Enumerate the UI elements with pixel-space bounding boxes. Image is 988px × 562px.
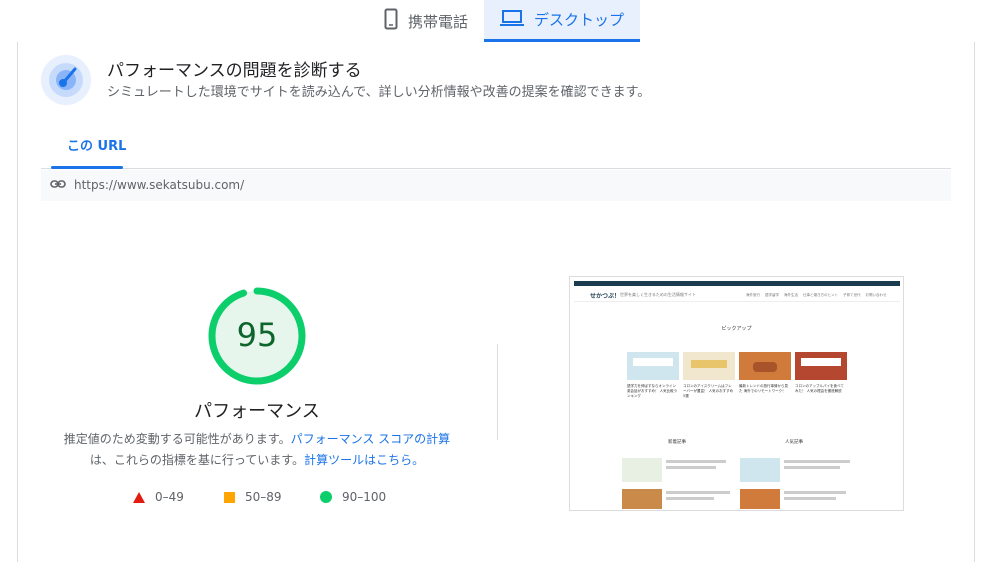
screenshot-nav-item: 海外生活	[784, 293, 798, 297]
screenshot-list-thumb	[622, 458, 662, 482]
screenshot-nav-item: 仕事と働き方のヒント	[803, 293, 838, 297]
screenshot-nav: 海外旅行 語学留学 海外生活 仕事と働き方のヒント 子育て世代 お問い合わせ	[746, 293, 887, 298]
desc-text-1: 推定値のため変動する可能性があります。	[63, 432, 291, 446]
screenshot-list-text	[666, 460, 726, 463]
screenshot-topbar	[574, 281, 900, 286]
desc-text-2: は、これらの指標を基に行っています。	[89, 453, 305, 467]
diagnose-title: パフォーマンスの問題を診断する	[107, 61, 362, 81]
url-text: https://www.sekatsubu.com/	[74, 178, 245, 192]
legend-average-label: 50–89	[245, 490, 282, 504]
radar-icon	[41, 55, 91, 105]
vertical-divider	[497, 344, 498, 440]
tab-divider	[41, 168, 951, 169]
laptop-icon	[500, 9, 525, 31]
performance-label: パフォーマンス	[194, 401, 320, 422]
screenshot-nav-item: お問い合わせ	[865, 293, 887, 297]
tab-indicator	[51, 166, 123, 169]
tab-desktop-label: デスクトップ	[534, 11, 625, 29]
calculator-link[interactable]: 計算ツールはこちら。	[304, 453, 424, 467]
fail-triangle-icon	[133, 491, 145, 503]
legend-pass-label: 90–100	[342, 490, 387, 504]
tab-this-url[interactable]: この URL	[67, 135, 126, 154]
screenshot-card-thumb	[683, 352, 735, 380]
screenshot-card-title: 語学力を伸ばすならオンライン英会話がおすすめ！ 人気比較ランキング	[627, 384, 678, 398]
phone-icon	[384, 8, 398, 34]
screenshot-logo: せかつぶ！	[590, 293, 621, 300]
screenshot-popular-title: 人気記事	[785, 440, 803, 445]
legend-fail: 0–49	[133, 490, 184, 504]
screenshot-list-text	[666, 491, 730, 494]
screenshot-list-thumb	[740, 458, 780, 482]
legend-average: 50–89	[224, 490, 282, 504]
tab-desktop[interactable]: デスクトップ	[484, 0, 641, 42]
screenshot-list-text	[784, 466, 840, 469]
link-icon	[50, 176, 66, 196]
screenshot-card-thumb	[627, 352, 679, 380]
screenshot-header-line	[574, 301, 900, 302]
tab-mobile-label: 携帯電話	[408, 12, 469, 31]
score-description: 推定値のため変動する可能性があります。パフォーマンス スコアの計算 は、これらの…	[55, 429, 459, 471]
screenshot-list-text	[666, 497, 714, 500]
pass-circle-icon	[320, 491, 332, 503]
score-calc-link[interactable]: パフォーマンス スコアの計算	[291, 432, 451, 446]
screenshot-list-text	[784, 491, 846, 494]
screenshot-list-text	[784, 497, 836, 500]
screenshot-list-thumb	[622, 489, 662, 509]
screenshot-card-thumb	[739, 352, 791, 380]
screenshot-list-text	[666, 466, 716, 469]
average-square-icon	[224, 491, 235, 503]
screenshot-card-thumb	[795, 352, 847, 380]
diagnose-subtitle: シミュレートした環境でサイトを読み込んで、詳しい分析情報や改善の提案を確認できま…	[107, 85, 651, 100]
screenshot-tagline: 世界を楽しく生きるための生活情報サイト	[620, 292, 696, 297]
screenshot-nav-item: 子育て世代	[843, 293, 861, 297]
performance-score: 95	[236, 316, 278, 354]
page-screenshot: せかつぶ！ 世界を楽しく生きるための生活情報サイト 海外旅行 語学留学 海外生活…	[569, 276, 904, 511]
legend-fail-label: 0–49	[155, 490, 184, 504]
screenshot-nav-item: 海外旅行	[746, 293, 760, 297]
screenshot-list-text	[784, 460, 850, 463]
tab-mobile[interactable]: 携帯電話	[368, 0, 484, 42]
screenshot-card-title: 最新トレンドの旅行事情から見た 海外でのリモートワーク！	[739, 384, 788, 393]
screenshot-section-title: ピックアップ	[721, 326, 752, 332]
screenshot-card-title: コロンのアイスクリームはフレーバーが豊富！ 人気のおすすめ5選	[683, 384, 734, 398]
screenshot-new-title: 新着記事	[668, 440, 686, 445]
legend-pass: 90–100	[320, 490, 386, 504]
screenshot-nav-item: 語学留学	[765, 293, 779, 297]
screenshot-card-title: コロンのアップルパイを食べてみた！ 人気の理由を徹底解説	[795, 384, 844, 393]
screenshot-list-thumb	[740, 489, 780, 509]
device-tabs: 携帯電話 デスクトップ	[368, 0, 641, 42]
